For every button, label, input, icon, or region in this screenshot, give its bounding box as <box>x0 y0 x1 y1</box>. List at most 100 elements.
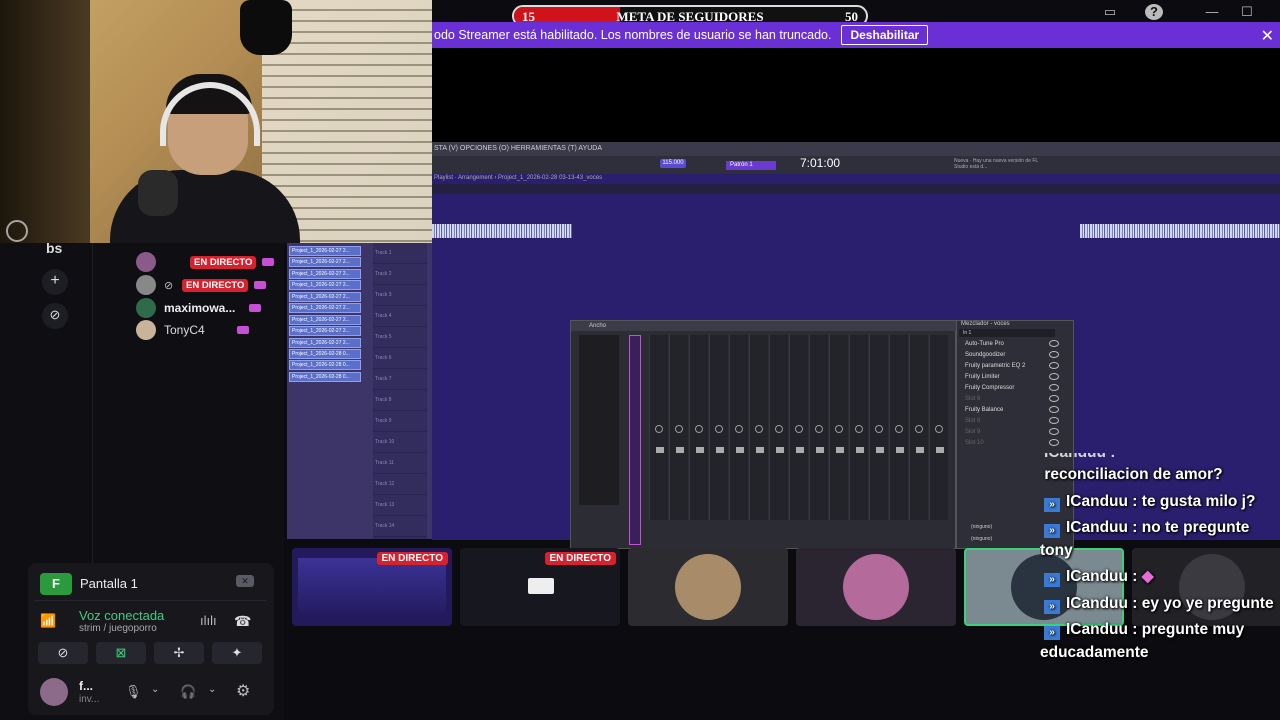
mixer-selected-channel[interactable] <box>629 335 641 545</box>
fx-slot[interactable]: Soundgoodizer <box>959 350 1071 360</box>
volume-fader[interactable] <box>776 447 784 453</box>
fx-slot[interactable]: Fruity Limiter <box>959 372 1071 382</box>
track-label[interactable]: Track 14 <box>373 516 427 537</box>
fx-slot-toggle-icon[interactable] <box>1049 362 1059 369</box>
volume-fader[interactable] <box>696 447 704 453</box>
mixer-channel-strip[interactable] <box>689 335 708 520</box>
pan-knob-icon[interactable] <box>675 425 683 433</box>
chevron-down-icon[interactable]: ⌄ <box>208 684 216 695</box>
mixer-channel-strip[interactable] <box>829 335 848 520</box>
chevron-down-icon[interactable]: ⌄ <box>151 684 159 695</box>
volume-fader[interactable] <box>816 447 824 453</box>
volume-fader[interactable] <box>856 447 864 453</box>
playlist-clip[interactable]: Project_1_2026-02-28 0... <box>289 348 361 359</box>
pan-knob-icon[interactable] <box>735 425 743 433</box>
mixer-channel-strip[interactable] <box>849 335 868 520</box>
fx-slot[interactable]: Slot 9 <box>959 427 1071 437</box>
banner-close-icon[interactable]: ✕ <box>1261 26 1274 46</box>
volume-fader[interactable] <box>756 447 764 453</box>
add-server-icon[interactable]: + <box>42 269 68 295</box>
maximize-icon[interactable]: ☐ <box>1237 4 1257 20</box>
pan-knob-icon[interactable] <box>935 425 943 433</box>
gear-icon[interactable]: ⚙ <box>236 681 250 701</box>
screen-share-button[interactable]: ⊠ <box>96 642 146 664</box>
daw-menu-bar[interactable]: STA (V) OPCIONES (O) HERRAMIENTAS (T) AY… <box>432 142 1280 156</box>
mixer-channel-strip[interactable] <box>709 335 728 520</box>
pan-knob-icon[interactable] <box>915 425 923 433</box>
playlist-clip[interactable]: Project_1_2026-02-28 0... <box>289 371 361 382</box>
playlist-clip[interactable]: Project_1_2026-02-27 2... <box>289 257 361 268</box>
playlist-clip[interactable]: Project_1_2026-02-27 2... <box>289 326 361 337</box>
track-label[interactable]: Track 5 <box>373 327 427 348</box>
fx-slot[interactable]: Fruity parametric EQ 2 <box>959 361 1071 371</box>
activities-icon[interactable]: ✢ <box>154 642 204 664</box>
volume-fader[interactable] <box>716 447 724 453</box>
track-label[interactable]: Track 11 <box>373 453 427 474</box>
fx-slot[interactable]: Slot 6 <box>959 394 1071 404</box>
fx-slot-toggle-icon[interactable] <box>1049 428 1059 435</box>
voice-user-row[interactable]: TonyC4 <box>136 320 249 340</box>
playlist-clip[interactable]: Project_1_2026-02-27 2... <box>289 314 361 325</box>
mixer-channel-strip[interactable] <box>769 335 788 520</box>
camera-off-icon[interactable]: ⊘ <box>38 642 88 664</box>
daw-pattern-selector[interactable]: Patrón 1 <box>726 161 776 170</box>
fx-slot-toggle-icon[interactable] <box>1049 384 1059 391</box>
track-label[interactable]: Track 1 <box>373 243 427 264</box>
track-label[interactable]: Track 9 <box>373 411 427 432</box>
stop-share-icon[interactable]: ✕ <box>236 575 254 587</box>
fx-slot-toggle-icon[interactable] <box>1049 373 1059 380</box>
pan-knob-icon[interactable] <box>695 425 703 433</box>
signal-icon[interactable]: 📶 <box>40 613 66 633</box>
voice-user-row[interactable]: maximowa... <box>136 298 262 318</box>
pan-knob-icon[interactable] <box>775 425 783 433</box>
playlist-clip[interactable]: Project_1_2026-02-27 2... <box>289 268 361 279</box>
fx-input-select[interactable]: In 1 <box>959 329 1055 337</box>
playlist-clip[interactable]: Project_1_2026-02-28 0... <box>289 360 361 371</box>
volume-fader[interactable] <box>836 447 844 453</box>
fx-send-none[interactable]: (ninguno) <box>971 524 992 530</box>
minimize-icon[interactable]: — <box>1202 4 1222 20</box>
fx-slot-toggle-icon[interactable] <box>1049 351 1059 358</box>
track-label[interactable]: Track 10 <box>373 432 427 453</box>
track-label[interactable]: Track 2 <box>373 264 427 285</box>
playlist-clip[interactable]: Project_1_2026-02-27 2... <box>289 303 361 314</box>
mixer-channel-strip[interactable] <box>929 335 948 520</box>
volume-fader[interactable] <box>916 447 924 453</box>
pan-knob-icon[interactable] <box>815 425 823 433</box>
fx-slot-toggle-icon[interactable] <box>1049 395 1059 402</box>
pan-knob-icon[interactable] <box>795 425 803 433</box>
fx-slot[interactable]: Fruity Compressor <box>959 383 1071 393</box>
mic-icon[interactable]: 🎙 <box>125 684 142 700</box>
fx-send-none[interactable]: (ninguno) <box>971 536 992 542</box>
pan-knob-icon[interactable] <box>835 425 843 433</box>
mixer-master-channel[interactable] <box>579 335 619 505</box>
fx-slot-toggle-icon[interactable] <box>1049 340 1059 347</box>
screen-share-card[interactable]: F Pantalla 1 ✕ <box>34 567 266 601</box>
mixer-channel-strip[interactable] <box>789 335 808 520</box>
mixer-channel-strip[interactable] <box>889 335 908 520</box>
pan-knob-icon[interactable] <box>715 425 723 433</box>
fx-slot-toggle-icon[interactable] <box>1049 417 1059 424</box>
voice-user-row[interactable]: EN DIRECTO <box>136 252 275 272</box>
pan-knob-icon[interactable] <box>855 425 863 433</box>
mixer-channel-strip[interactable] <box>909 335 928 520</box>
playlist-clip[interactable]: Project_1_2026-02-27 2... <box>289 246 361 256</box>
discover-icon[interactable]: ⊘ <box>42 303 68 329</box>
fx-slot-toggle-icon[interactable] <box>1049 406 1059 413</box>
playlist-clip[interactable]: Project_1_2026-02-27 2... <box>289 280 361 291</box>
volume-fader[interactable] <box>656 447 664 453</box>
mixer-channel-strip[interactable] <box>749 335 768 520</box>
help-icon[interactable]: ? <box>1145 4 1163 20</box>
mixer-channel-strip[interactable] <box>649 335 668 520</box>
noise-suppression-icon[interactable]: ılılı <box>200 613 217 628</box>
track-label[interactable]: Track 3 <box>373 285 427 306</box>
participant-tile[interactable] <box>628 548 788 626</box>
volume-fader[interactable] <box>676 447 684 453</box>
voice-user-row[interactable]: ⊘ EN DIRECTO <box>136 275 267 295</box>
headphones-icon[interactable]: 🎧 <box>180 684 196 700</box>
track-label[interactable]: Track 6 <box>373 348 427 369</box>
daw-tempo[interactable]: 115.000 <box>660 159 686 168</box>
mixer-channel-strip[interactable] <box>869 335 888 520</box>
pan-knob-icon[interactable] <box>875 425 883 433</box>
mixer-channel-strip[interactable] <box>669 335 688 520</box>
